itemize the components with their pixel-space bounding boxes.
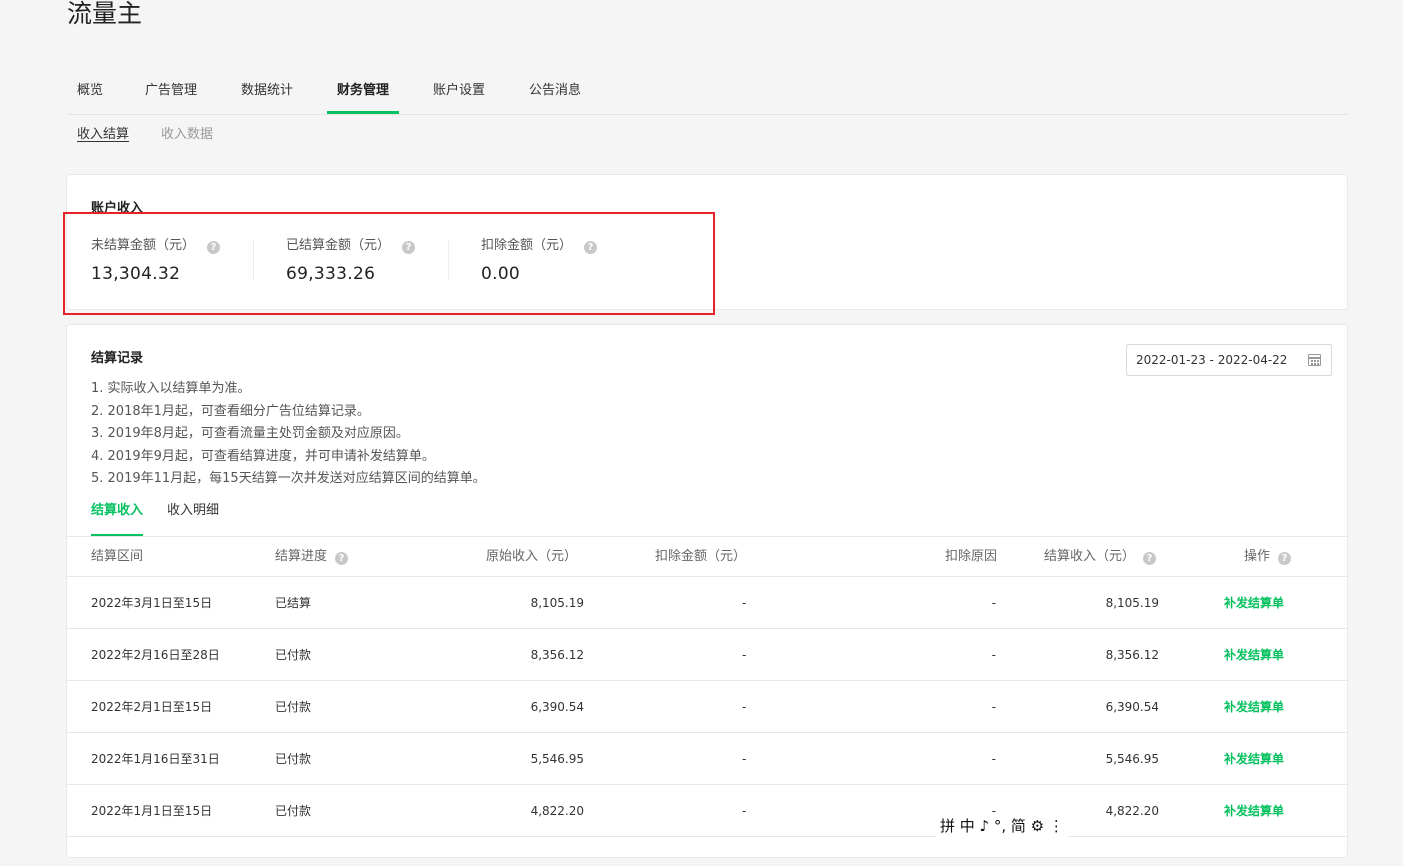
- page-title: 流量主: [67, 0, 143, 28]
- col-progress-header: 结算进度?: [275, 537, 349, 577]
- stat-divider: [253, 240, 254, 280]
- reissue-statement-link[interactable]: 补发结算单: [1224, 785, 1284, 837]
- tab-announcements[interactable]: 公告消息: [529, 80, 581, 114]
- cell-original: 4,822.20: [530, 804, 584, 818]
- cell-progress: 已付款: [275, 752, 312, 766]
- cell-period: 2022年2月1日至15日: [91, 700, 213, 714]
- deduction-amount-label: 扣除金额（元）?: [481, 236, 598, 256]
- cell-original: 5,546.95: [530, 752, 584, 766]
- cell-deduction: -: [742, 648, 747, 662]
- settlement-table: 结算区间 结算进度? 原始收入（元） 扣除金额（元） 扣除原因 结算收入（元）?…: [67, 536, 1347, 837]
- settled-amount-stat: 已结算金额（元）? 69,333.26: [286, 236, 416, 292]
- note-item: 5. 2019年11月起，每15天结算一次并发送对应结算区间的结算单。: [91, 471, 486, 486]
- col-deduction-header: 扣除金额（元）: [655, 549, 747, 564]
- cell-period: 2022年3月1日至15日: [91, 596, 213, 610]
- cell-original: 8,105.19: [530, 596, 584, 610]
- table-row: 2022年1月1日至15日 已付款 4,822.20 - - 4,822.20 …: [67, 785, 1347, 837]
- reissue-statement-link[interactable]: 补发结算单: [1224, 629, 1284, 681]
- tab-ad-management[interactable]: 广告管理: [145, 80, 197, 114]
- account-income-card: [66, 174, 1348, 310]
- cell-period: 2022年1月16日至31日: [91, 752, 220, 766]
- settled-amount-label: 已结算金额（元）?: [286, 236, 416, 256]
- unsettled-amount-value: 13,304.32: [91, 264, 181, 284]
- settlement-records-title: 结算记录: [91, 351, 144, 366]
- help-icon[interactable]: ?: [1143, 552, 1157, 565]
- tab-settlement-income[interactable]: 结算收入: [91, 500, 144, 536]
- help-icon[interactable]: ?: [402, 241, 416, 254]
- deduction-amount-value: 0.00: [481, 264, 521, 284]
- note-item: 3. 2019年8月起，可查看流量主处罚金额及对应原因。: [91, 426, 409, 441]
- unsettled-amount-label: 未结算金额（元）?: [91, 236, 221, 256]
- cell-settled: 6,390.54: [1105, 700, 1159, 714]
- date-range-picker[interactable]: 2022-01-23 - 2022-04-22: [1126, 344, 1332, 376]
- col-settled-header: 结算收入（元）?: [1044, 537, 1157, 577]
- table-header-row: 结算区间 结算进度? 原始收入（元） 扣除金额（元） 扣除原因 结算收入（元）?…: [67, 537, 1347, 577]
- note-item: 1. 实际收入以结算单为准。: [91, 381, 251, 396]
- table-row: 2022年1月16日至31日 已付款 5,546.95 - - 5,546.95…: [67, 733, 1347, 785]
- main-tab-bar: 概览 广告管理 数据统计 财务管理 账户设置 公告消息: [67, 70, 1348, 115]
- col-period-header: 结算区间: [91, 549, 144, 564]
- tab-finance-management[interactable]: 财务管理: [326, 80, 400, 114]
- cell-deduction: -: [742, 804, 747, 818]
- reissue-statement-link[interactable]: 补发结算单: [1224, 681, 1284, 733]
- col-original-header: 原始收入（元）: [485, 549, 577, 564]
- cell-settled: 5,546.95: [1105, 752, 1159, 766]
- cell-reason: -: [991, 648, 996, 662]
- reissue-statement-link[interactable]: 补发结算单: [1224, 733, 1284, 785]
- cell-deduction: -: [742, 596, 747, 610]
- cell-original: 6,390.54: [530, 700, 584, 714]
- settled-amount-value: 69,333.26: [286, 264, 376, 284]
- subtab-income-data[interactable]: 收入数据: [161, 124, 213, 146]
- tab-overview[interactable]: 概览: [77, 80, 103, 114]
- cell-reason: -: [991, 596, 996, 610]
- cell-reason: -: [991, 700, 996, 714]
- cell-progress: 已付款: [275, 700, 312, 714]
- cell-deduction: -: [742, 752, 747, 766]
- account-income-title: 账户收入: [91, 201, 144, 216]
- help-icon[interactable]: ?: [335, 552, 349, 565]
- cell-period: 2022年1月1日至15日: [91, 804, 213, 818]
- deduction-amount-stat: 扣除金额（元）? 0.00: [481, 236, 598, 292]
- settlement-notes: 1. 实际收入以结算单为准。 2. 2018年1月起，可查看细分广告位结算记录。…: [91, 378, 486, 491]
- date-range-value: 2022-01-23 - 2022-04-22: [1136, 353, 1288, 367]
- stat-divider: [448, 240, 449, 280]
- cell-progress: 已结算: [275, 596, 312, 610]
- unsettled-amount-stat: 未结算金额（元）? 13,304.32: [91, 236, 221, 292]
- reissue-statement-link[interactable]: 补发结算单: [1224, 577, 1284, 629]
- cell-period: 2022年2月16日至28日: [91, 648, 220, 662]
- cell-reason: -: [991, 752, 996, 766]
- col-action-header: 操作?: [1244, 537, 1292, 577]
- cell-deduction: -: [742, 700, 747, 714]
- col-reason-header: 扣除原因: [944, 549, 997, 564]
- cell-settled: 4,822.20: [1105, 804, 1159, 818]
- help-icon[interactable]: ?: [1278, 552, 1292, 565]
- cell-progress: 已付款: [275, 648, 312, 662]
- cell-settled: 8,356.12: [1105, 648, 1159, 662]
- cell-progress: 已付款: [275, 804, 312, 818]
- table-row: 2022年3月1日至15日 已结算 8,105.19 - - 8,105.19 …: [67, 577, 1347, 629]
- tab-income-details[interactable]: 收入明细: [167, 500, 219, 522]
- help-icon[interactable]: ?: [207, 241, 221, 254]
- table-row: 2022年2月1日至15日 已付款 6,390.54 - - 6,390.54 …: [67, 681, 1347, 733]
- table-row: 2022年2月16日至28日 已付款 8,356.12 - - 8,356.12…: [67, 629, 1347, 681]
- cell-settled: 8,105.19: [1105, 596, 1159, 610]
- tab-data-statistics[interactable]: 数据统计: [241, 80, 293, 114]
- subtab-income-settlement[interactable]: 收入结算: [77, 124, 129, 146]
- tab-account-settings[interactable]: 账户设置: [433, 80, 485, 114]
- cell-original: 8,356.12: [530, 648, 584, 662]
- calendar-icon: [1308, 354, 1321, 366]
- note-item: 2. 2018年1月起，可查看细分广告位结算记录。: [91, 403, 370, 419]
- note-item: 4. 2019年9月起，可查看结算进度，并可申请补发结算单。: [91, 448, 435, 464]
- ime-toolbar[interactable]: 拼 中 ♪ °, 简 ⚙ ⋮: [936, 815, 1068, 837]
- help-icon[interactable]: ?: [584, 241, 598, 254]
